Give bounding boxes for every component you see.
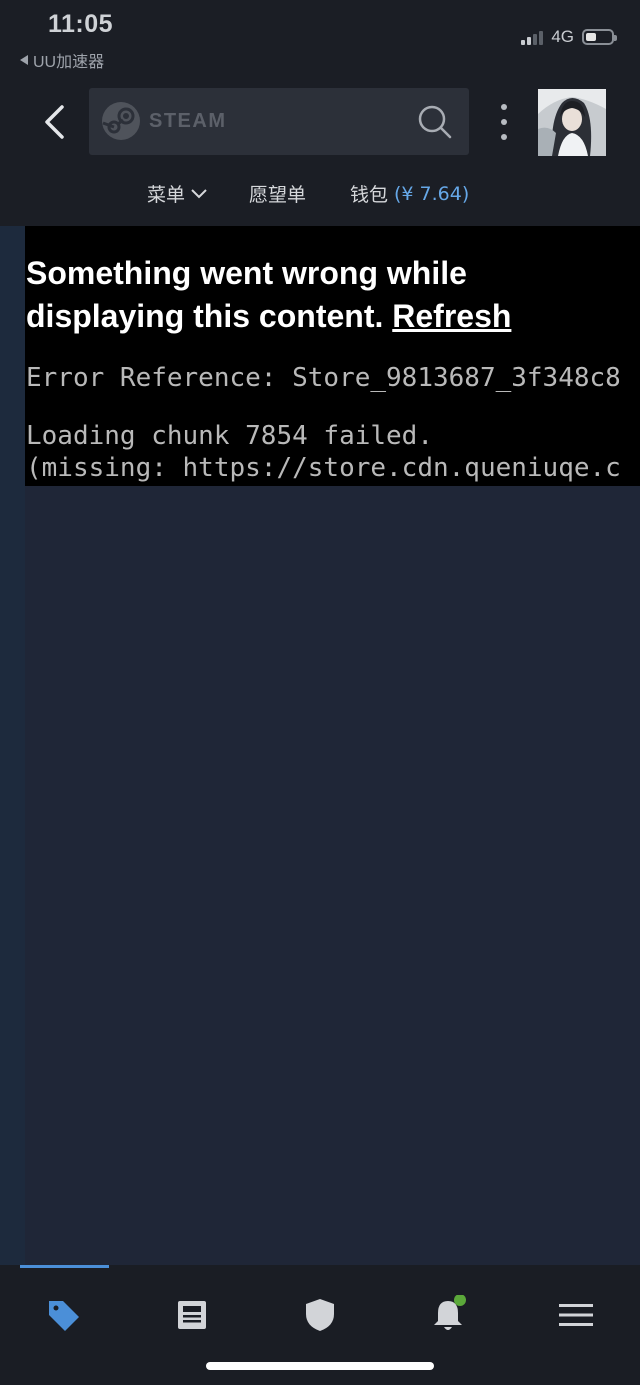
- tab-store[interactable]: [39, 1295, 89, 1335]
- steam-logo: STEAM: [101, 101, 227, 141]
- chevron-left-icon: [45, 105, 64, 139]
- left-edge-strip: [0, 226, 25, 1266]
- top-header: 11:05 UU加速器 4G STEAM 菜单 愿望单 钱包 (¥ 7.64): [0, 0, 640, 226]
- more-dot-icon: [501, 134, 507, 140]
- error-loading-chunk: Loading chunk 7854 failed.: [26, 421, 433, 451]
- menu-label: 菜单: [147, 184, 186, 206]
- home-indicator[interactable]: [206, 1362, 434, 1370]
- status-time: 11:05: [48, 10, 114, 38]
- tag-icon: [49, 1301, 79, 1331]
- active-tab-indicator: [20, 1265, 109, 1268]
- tab-guard[interactable]: [295, 1295, 345, 1335]
- avatar[interactable]: [538, 89, 606, 156]
- hamburger-icon: [559, 1304, 593, 1326]
- status-right-group: 4G: [521, 27, 617, 47]
- search-icon[interactable]: [417, 104, 453, 140]
- tab-notifications[interactable]: [423, 1295, 473, 1335]
- wallet-link[interactable]: 钱包 (¥ 7.64): [350, 180, 469, 207]
- news-icon: [178, 1301, 206, 1329]
- back-button[interactable]: [34, 100, 74, 144]
- tab-news[interactable]: [167, 1295, 217, 1335]
- more-dot-icon: [501, 104, 507, 110]
- wishlist-link[interactable]: 愿望单: [249, 180, 306, 207]
- error-panel: Something went wrong while displaying th…: [25, 226, 640, 486]
- search-input[interactable]: STEAM: [89, 88, 469, 155]
- back-app-label: UU加速器: [33, 54, 105, 71]
- more-dot-icon: [501, 119, 507, 125]
- wallet-balance: (¥ 7.64): [394, 182, 470, 205]
- bell-icon: [434, 1295, 466, 1330]
- back-triangle-icon: [20, 55, 28, 65]
- menu-dropdown[interactable]: 菜单: [147, 180, 207, 207]
- sub-navigation: 菜单 愿望单 钱包 (¥ 7.64): [0, 172, 640, 212]
- status-back-to-app[interactable]: UU加速器: [20, 48, 104, 72]
- shield-icon: [306, 1299, 334, 1331]
- wishlist-label: 愿望单: [249, 184, 307, 206]
- battery-level: [586, 33, 596, 41]
- notification-badge: [454, 1295, 466, 1306]
- network-type: 4G: [551, 27, 574, 46]
- tab-menu[interactable]: [551, 1295, 601, 1335]
- steam-wordmark: STEAM: [149, 109, 227, 132]
- steam-logo-icon: [102, 102, 140, 140]
- wallet-label: 钱包: [350, 184, 389, 206]
- signal-icon: [521, 29, 544, 45]
- more-options-button[interactable]: [494, 104, 514, 140]
- refresh-link[interactable]: Refresh: [392, 298, 511, 334]
- battery-icon: [582, 29, 617, 45]
- error-missing-url: (missing: https://store.cdn.queniuqe.c: [26, 453, 621, 483]
- steam-mobile-page: 11:05 UU加速器 4G STEAM 菜单 愿望单 钱包 (¥ 7.64) …: [0, 0, 640, 1385]
- error-title: Something went wrong while displaying th…: [26, 252, 626, 338]
- error-reference: Error Reference: Store_9813687_3f348c8: [26, 363, 621, 393]
- chevron-down-icon: [191, 188, 207, 198]
- avatar-image: [538, 89, 606, 156]
